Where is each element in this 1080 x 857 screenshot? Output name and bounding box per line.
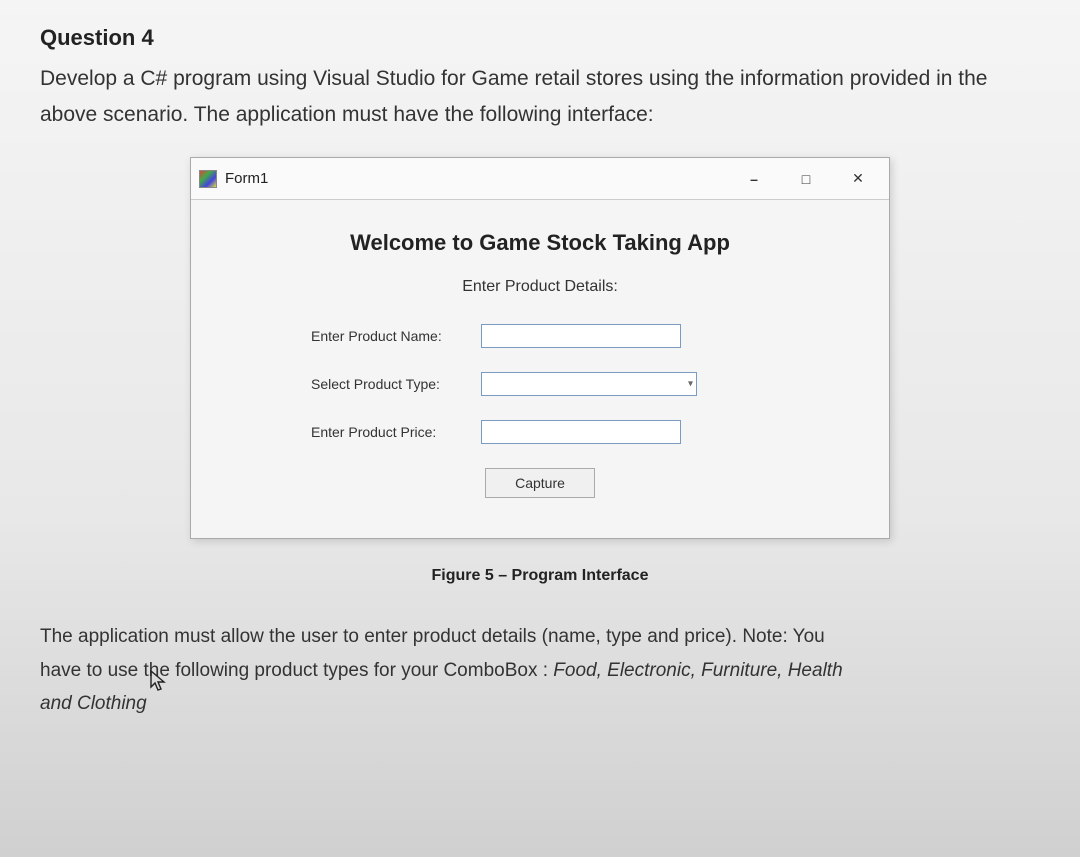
sub-heading: Enter Product Details: xyxy=(221,278,859,296)
product-type-row: Select Product Type: ▾ xyxy=(311,372,859,396)
app-heading: Welcome to Game Stock Taking App xyxy=(221,230,859,256)
product-name-label: Enter Product Name: xyxy=(311,328,481,344)
window-body: Welcome to Game Stock Taking App Enter P… xyxy=(191,200,889,538)
minimize-button[interactable]: – xyxy=(737,165,771,193)
capture-row: Capture xyxy=(221,468,859,498)
product-price-row: Enter Product Price: xyxy=(311,420,859,444)
product-name-row: Enter Product Name: xyxy=(311,324,859,348)
maximize-button[interactable]: □ xyxy=(789,165,823,193)
bottom-line3: and Clothing xyxy=(40,693,147,714)
figure-caption: Figure 5 – Program Interface xyxy=(40,567,1040,585)
capture-button[interactable]: Capture xyxy=(485,468,595,498)
close-button[interactable]: ✕ xyxy=(841,165,875,193)
question-title: Question 4 xyxy=(40,25,1040,51)
product-name-input[interactable] xyxy=(481,324,681,348)
product-type-label: Select Product Type: xyxy=(311,376,481,392)
product-price-label: Enter Product Price: xyxy=(311,424,481,440)
product-price-input[interactable] xyxy=(481,420,681,444)
bottom-line1: The application must allow the user to e… xyxy=(40,626,825,647)
window-title: Form1 xyxy=(225,170,737,187)
form-group: Enter Product Name: Select Product Type:… xyxy=(221,324,859,444)
product-type-combobox[interactable] xyxy=(481,372,697,396)
app-icon xyxy=(199,170,217,188)
window-container: Form1 – □ ✕ Welcome to Game Stock Taking… xyxy=(40,157,1040,539)
bottom-line2a: have to use the following product types … xyxy=(40,660,553,681)
cursor-icon xyxy=(150,670,168,698)
product-type-combo-wrap: ▾ xyxy=(481,372,697,396)
bottom-paragraph: The application must allow the user to e… xyxy=(40,620,1040,720)
titlebar: Form1 – □ ✕ xyxy=(191,158,889,200)
window-controls: – □ ✕ xyxy=(737,165,881,193)
question-text: Develop a C# program using Visual Studio… xyxy=(40,61,1040,132)
form-window: Form1 – □ ✕ Welcome to Game Stock Taking… xyxy=(190,157,890,539)
bottom-line2b: Food, Electronic, Furniture, Health xyxy=(553,660,842,681)
